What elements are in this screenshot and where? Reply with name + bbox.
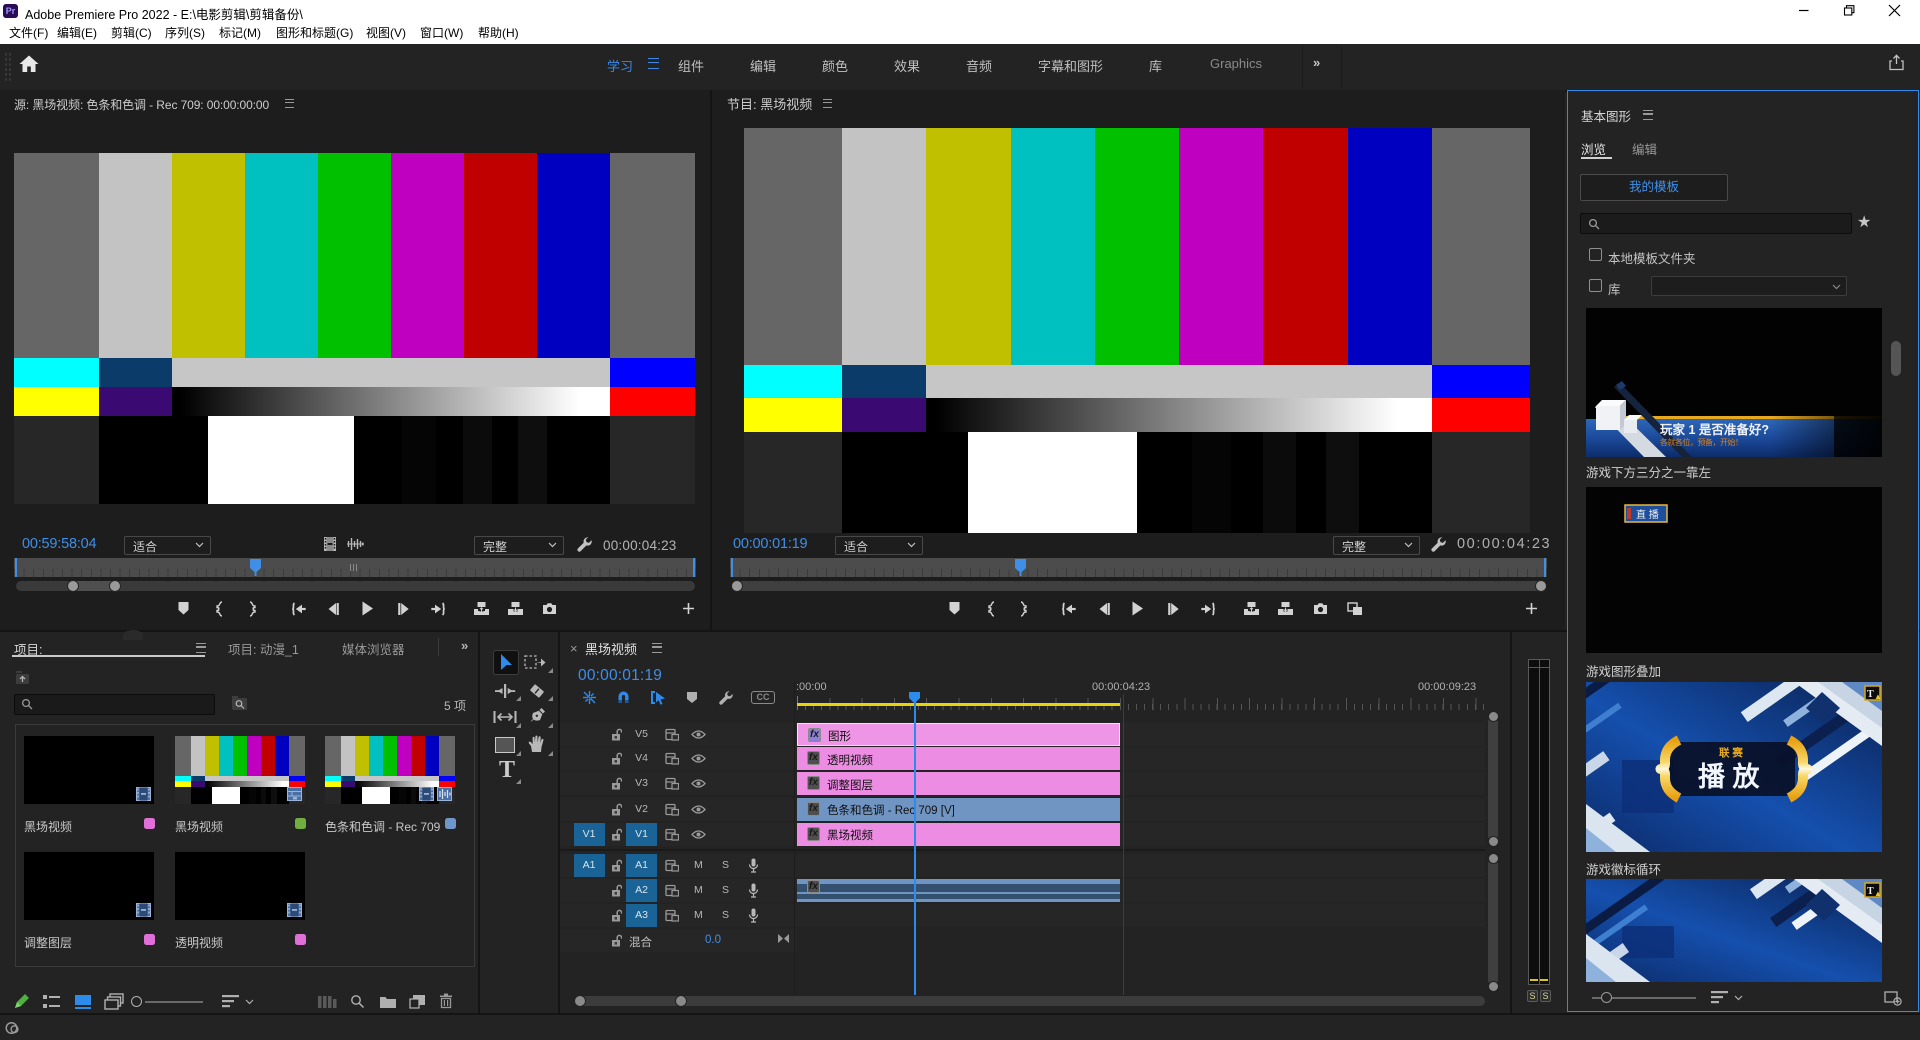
svg-text:▲: ▲ [1874,692,1882,701]
svg-text:直 播: 直 播 [1636,508,1659,521]
svg-text:T: T [1867,886,1874,897]
svg-text:T: T [1867,689,1874,700]
svg-text:玩家 1 是否准备好?: 玩家 1 是否准备好? [1660,422,1769,437]
svg-text:各就各位，预备，开始！: 各就各位，预备，开始！ [1660,437,1743,447]
svg-text:▲: ▲ [1874,889,1882,898]
svg-text:播 放: 播 放 [1698,761,1761,792]
svg-text:联 赛: 联 赛 [1719,746,1743,759]
